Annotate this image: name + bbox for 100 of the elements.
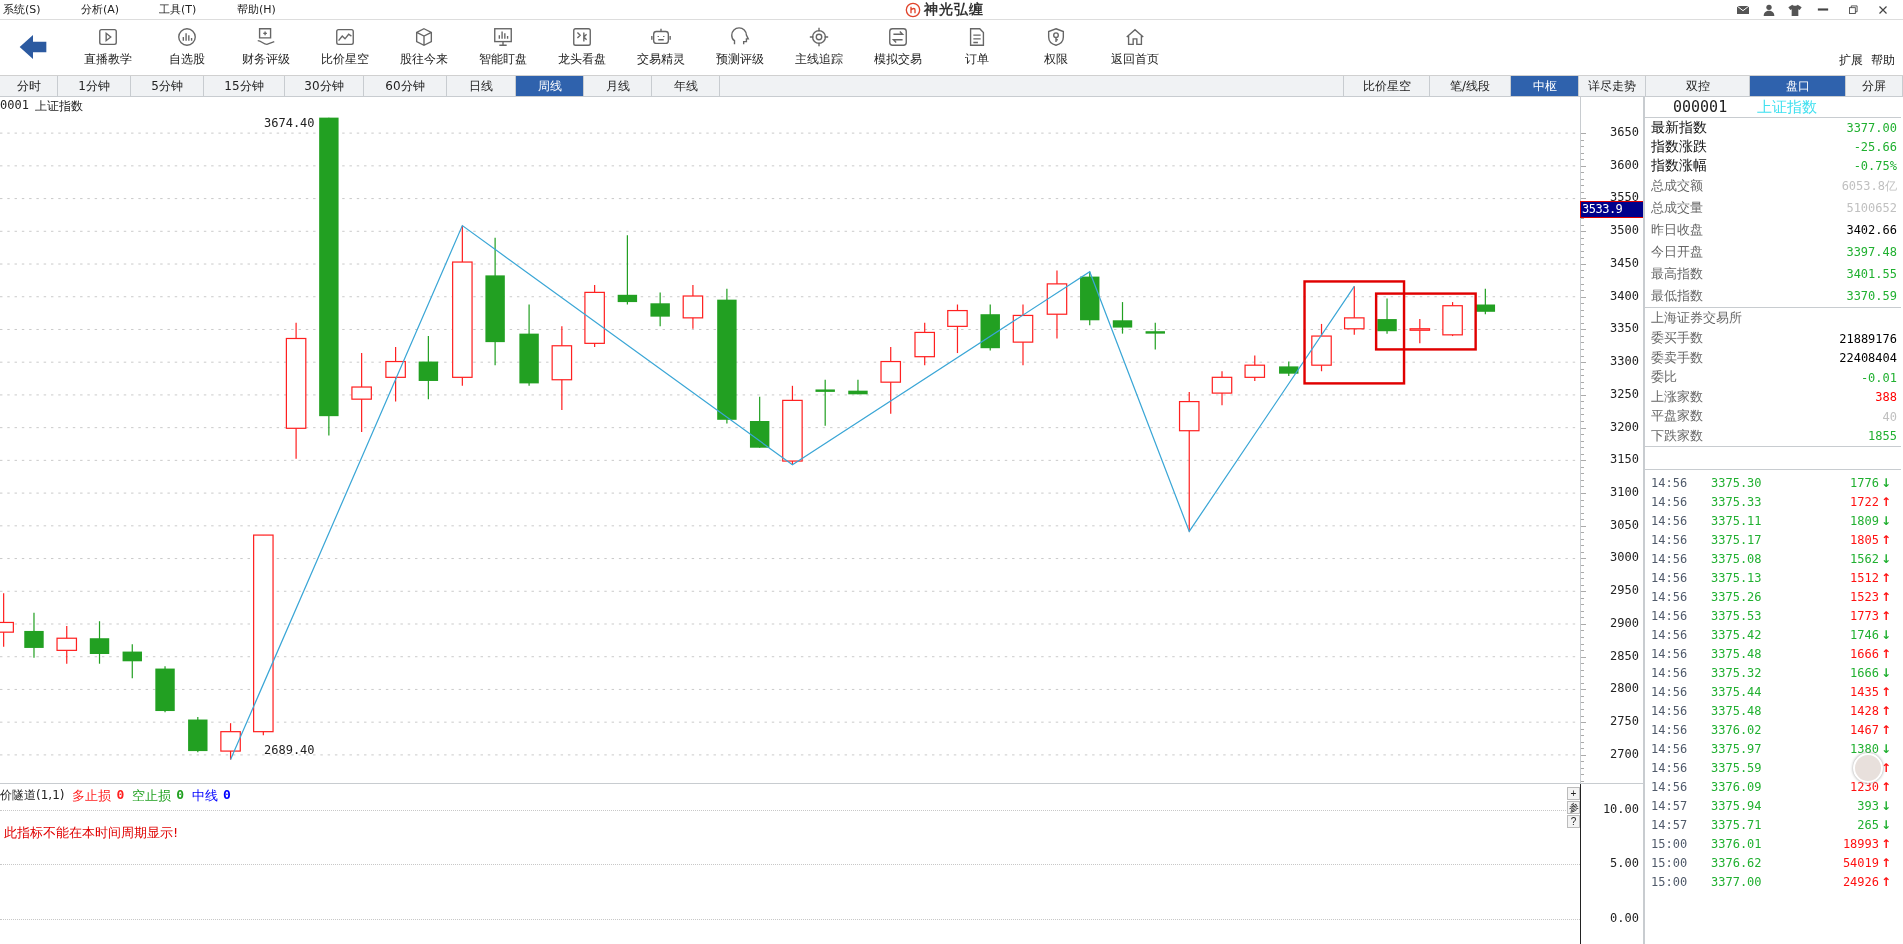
- target-icon: [807, 26, 830, 48]
- toolbar-link[interactable]: 帮助: [1871, 52, 1895, 69]
- toolbar-button[interactable]: 财务评级: [226, 19, 305, 75]
- toolbar-button[interactable]: 权限: [1016, 19, 1095, 75]
- field-value: -0.01: [1860, 370, 1897, 385]
- axis-label: 3600: [1610, 157, 1639, 172]
- menu-item[interactable]: 帮助(H): [234, 1, 312, 18]
- trade-price: 3375.94: [1711, 798, 1763, 813]
- field-value: -0.75%: [1853, 158, 1897, 173]
- toolbar-button[interactable]: 预测评级: [700, 19, 779, 75]
- trade-arrow: ↑: [1879, 722, 1893, 737]
- trade-arrow: ↓: [1879, 551, 1893, 566]
- indicator-name: 价隧道(1,1): [0, 787, 65, 804]
- trade-volume: 1523: [1849, 589, 1879, 604]
- trade-time: 14:56: [1651, 608, 1689, 623]
- trade-price: 3377.00: [1711, 874, 1763, 889]
- field-label: 最新指数: [1651, 118, 1707, 137]
- exchange-name: 上海证券交易所: [1651, 309, 1743, 327]
- axis-label: 10.00: [1602, 802, 1639, 816]
- candle: [1080, 271, 1100, 326]
- toolbar-button[interactable]: 直播教学: [68, 19, 147, 75]
- period-tab[interactable]: 周线: [516, 76, 584, 96]
- trade-volume: 1722: [1849, 494, 1879, 509]
- trade-time: 15:00: [1651, 855, 1689, 870]
- toolbar-button[interactable]: 主线追踪: [779, 19, 858, 75]
- play-icon: [96, 26, 119, 48]
- toolbar-button[interactable]: 交易精灵: [621, 19, 700, 75]
- indicator-side-button[interactable]: +: [1567, 787, 1580, 800]
- candle: [1145, 322, 1165, 350]
- trade-price: 3375.48: [1711, 646, 1763, 661]
- chart-board-icon: [570, 26, 593, 48]
- trade-price: 3375.33: [1711, 494, 1763, 509]
- trade-time: 14:56: [1651, 513, 1689, 528]
- axis-label: 2850: [1610, 648, 1639, 663]
- toolbar-button[interactable]: 智能盯盘: [463, 19, 542, 75]
- candle: [0, 592, 14, 648]
- toolbar-button[interactable]: 龙头看盘: [542, 19, 621, 75]
- toolbar-button[interactable]: 自选股: [147, 19, 226, 75]
- legend-value: 0: [176, 787, 185, 804]
- field-label: 委买手数: [1651, 330, 1703, 348]
- trade-volume: 1776: [1849, 475, 1879, 490]
- monitor-icon: [491, 26, 514, 48]
- trade-price: 3375.17: [1711, 532, 1763, 547]
- toolbar-button[interactable]: 比价星空: [305, 19, 384, 75]
- axis-label: 3200: [1610, 419, 1639, 434]
- trade-arrow: ↑: [1879, 779, 1893, 794]
- trade-time: 14:56: [1651, 722, 1689, 737]
- trade-volume: 18993: [1841, 836, 1879, 851]
- trade-volume: 1512: [1849, 570, 1879, 585]
- menu-item[interactable]: 分析(A): [78, 1, 156, 18]
- line-chart-icon: [333, 26, 356, 48]
- trade-arrow: ↓: [1879, 475, 1893, 490]
- field-value: 6053.8亿: [1841, 177, 1897, 195]
- legend-label: 空止损: [132, 787, 172, 805]
- candle: [89, 620, 110, 665]
- legend-value: 0: [116, 787, 125, 804]
- indicator-side-button[interactable]: ?: [1567, 815, 1580, 828]
- trade-price: 3375.48: [1711, 703, 1763, 718]
- field-value: 40: [1882, 409, 1897, 424]
- trade-volume: 265: [1856, 817, 1879, 832]
- axis-label: 2700: [1610, 746, 1639, 761]
- candle: [188, 716, 208, 753]
- candle: [815, 379, 835, 427]
- trade-time: 14:56: [1651, 494, 1689, 509]
- field-value: 1855: [1868, 429, 1897, 444]
- axis-label: 3050: [1610, 517, 1639, 532]
- candle: [220, 722, 241, 761]
- toolbar-link[interactable]: 扩展: [1839, 52, 1863, 69]
- trade-arrow: ↑: [1879, 646, 1893, 661]
- price-marker: 3533.9: [1580, 201, 1644, 218]
- swap-arrows-icon: [886, 26, 909, 48]
- axis-label: 3450: [1610, 255, 1639, 270]
- field-label: 指数涨跌: [1651, 137, 1707, 156]
- candle: [1343, 285, 1365, 336]
- toolbar-button[interactable]: 股往今来: [384, 19, 463, 75]
- trade-time: 14:56: [1651, 532, 1689, 547]
- trade-volume: 1435: [1849, 684, 1879, 699]
- toolbar-button[interactable]: 返回首页: [1095, 19, 1174, 75]
- candle: [1112, 301, 1133, 335]
- view-tab[interactable]: 中枢: [1511, 76, 1579, 96]
- trade-arrow: ↓: [1879, 513, 1893, 528]
- panel-tab[interactable]: 盘口: [1750, 76, 1846, 96]
- indicator-side-button[interactable]: 参: [1567, 801, 1580, 814]
- trade-time: 14:56: [1651, 665, 1689, 680]
- candle: [848, 379, 868, 395]
- trade-volume: 1666: [1849, 665, 1879, 680]
- axis-label: 2900: [1610, 615, 1639, 630]
- field-label: 委卖手数: [1651, 349, 1703, 367]
- menu-item[interactable]: 系统(S): [0, 1, 78, 18]
- toolbar-button[interactable]: 模拟交易: [858, 19, 937, 75]
- trade-arrow: ↑: [1879, 494, 1893, 509]
- field-label: 总成交量: [1651, 199, 1703, 217]
- trade-arrow: ↑: [1879, 589, 1893, 604]
- trade-price: 3375.30: [1711, 475, 1763, 490]
- trade-time: 14:56: [1651, 627, 1689, 642]
- trade-price: 3375.44: [1711, 684, 1763, 699]
- menu-item[interactable]: 工具(T): [156, 1, 234, 18]
- trade-arrow: ↑: [1879, 836, 1893, 851]
- trade-time: 14:56: [1651, 779, 1689, 794]
- toolbar-button[interactable]: 订单: [937, 19, 1016, 75]
